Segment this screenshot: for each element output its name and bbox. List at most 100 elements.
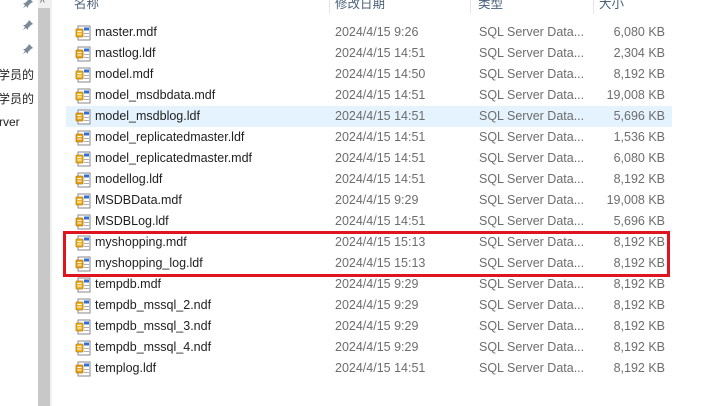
sql-log-file-icon [75,109,91,125]
file-size: 6,080 KB [613,151,665,165]
scrollbar-thumb[interactable] [38,8,50,406]
sql-database-file-icon [75,298,91,314]
pin-icon [23,44,33,54]
file-type: SQL Server Data... [479,67,585,81]
file-size: 2,304 KB [613,46,665,60]
nav-item[interactable]: 学员的 [0,66,34,83]
file-size: 8,192 KB [613,361,665,375]
file-type: SQL Server Data... [479,319,585,333]
nav-item[interactable]: rver [0,115,20,129]
file-type: SQL Server Data... [479,88,585,102]
sql-log-file-icon [75,172,91,188]
sql-database-file-icon [75,25,91,41]
file-row[interactable]: model_replicatedmaster.ldf 2024/4/15 14:5… [66,127,672,148]
file-date-modified: 2024/4/15 9:29 [335,340,419,354]
file-size: 5,696 KB [613,109,665,123]
file-name: model_msdbdata.mdf [95,88,216,102]
file-type: SQL Server Data... [479,151,585,165]
column-divider[interactable] [470,0,471,14]
scroll-up-icon[interactable]: ^ [40,0,45,9]
file-size: 1,536 KB [613,130,665,144]
file-date-modified: 2024/4/15 9:26 [335,25,419,39]
sql-log-file-icon [75,361,91,377]
sql-log-file-icon [75,46,91,62]
file-name: tempdb.mdf [95,277,162,291]
column-header-date[interactable]: 修改日期 [335,0,385,14]
sql-database-file-icon [75,193,91,209]
file-size: 8,192 KB [613,319,665,333]
file-size: 8,192 KB [613,67,665,81]
sql-database-file-icon [75,340,91,356]
file-row[interactable]: tempdb_mssql_4.ndf 2024/4/15 9:29 SQL Serv… [66,337,672,358]
pin-icon [23,0,33,8]
file-date-modified: 2024/4/15 9:29 [335,319,419,333]
highlight-box [63,231,670,277]
sql-log-file-icon [75,130,91,146]
file-size: 5,696 KB [613,214,665,228]
file-name: modellog.ldf [95,172,163,186]
file-row[interactable]: model_replicatedmaster.mdf 2024/4/15 14:5… [66,148,672,169]
file-type: SQL Server Data... [479,298,585,312]
file-type: SQL Server Data... [479,193,585,207]
file-name: MSDBLog.ldf [95,214,169,228]
file-type: SQL Server Data... [479,340,585,354]
file-row[interactable]: tempdb_mssql_2.ndf 2024/4/15 9:29 SQL Serv… [66,295,672,316]
file-size: 6,080 KB [613,25,665,39]
file-row[interactable]: modellog.ldf 2024/4/15 14:51 SQL Server Da… [66,169,672,190]
file-date-modified: 2024/4/15 14:51 [335,214,426,228]
sql-database-file-icon [75,277,91,293]
nav-item[interactable]: 学员的 [0,90,34,107]
file-size: 8,192 KB [613,340,665,354]
sql-database-file-icon [75,67,91,83]
navigation-pane: 学员的 学员的 rver [0,0,38,406]
file-row[interactable]: MSDBData.mdf 2024/4/15 9:29 SQL Server Dat… [66,190,672,211]
file-row[interactable]: MSDBLog.ldf 2024/4/15 14:51 SQL Server Dat… [66,211,672,232]
file-name: tempdb_mssql_2.ndf [95,298,212,312]
file-name: model_msdblog.ldf [95,109,200,123]
file-name: tempdb_mssql_4.ndf [95,340,212,354]
file-size: 19,008 KB [606,88,665,102]
pin-icon [23,20,33,30]
file-type: SQL Server Data... [479,46,585,60]
file-name: MSDBData.mdf [95,193,182,207]
file-date-modified: 2024/4/15 14:51 [335,172,426,186]
file-type: SQL Server Data... [479,130,585,144]
file-date-modified: 2024/4/15 9:29 [335,298,419,312]
file-name: model.mdf [95,67,154,81]
file-size: 8,192 KB [613,298,665,312]
file-row[interactable]: templog.ldf 2024/4/15 14:51 SQL Server Dat… [66,358,672,379]
file-date-modified: 2024/4/15 14:51 [335,130,426,144]
sql-log-file-icon [75,214,91,230]
file-date-modified: 2024/4/15 14:51 [335,151,426,165]
file-name: model_replicatedmaster.mdf [95,151,253,165]
column-header-name[interactable]: 名称 [74,0,99,14]
file-date-modified: 2024/4/15 9:29 [335,193,419,207]
file-row[interactable]: tempdb_mssql_3.ndf 2024/4/15 9:29 SQL Serv… [66,316,672,337]
file-type: SQL Server Data... [479,172,585,186]
file-date-modified: 2024/4/15 14:51 [335,88,426,102]
column-header-type[interactable]: 类型 [478,0,503,14]
file-date-modified: 2024/4/15 14:50 [335,67,426,81]
sql-database-file-icon [75,151,91,167]
file-name: master.mdf [95,25,157,39]
file-type: SQL Server Data... [479,109,585,123]
file-name: templog.ldf [95,361,157,375]
file-row[interactable]: master.mdf 2024/4/15 9:26 SQL Server Data.… [66,22,672,43]
file-row[interactable]: model_msdbdata.mdf 2024/4/15 14:51 SQL Ser… [66,85,672,106]
file-size: 8,192 KB [613,277,665,291]
file-row[interactable]: model.mdf 2024/4/15 14:50 SQL Server Data.… [66,64,672,85]
file-size: 19,008 KB [606,193,665,207]
file-row[interactable]: tempdb.mdf 2024/4/15 9:29 SQL Server Data.… [66,274,672,295]
file-row[interactable]: model_msdblog.ldf 2024/4/15 14:51 SQL Serv… [66,106,672,127]
nav-scrollbar[interactable]: ^ [38,0,52,406]
file-date-modified: 2024/4/15 9:29 [335,277,419,291]
file-name: mastlog.ldf [95,46,156,60]
file-row[interactable]: mastlog.ldf 2024/4/15 14:51 SQL Server Dat… [66,43,672,64]
column-header-size[interactable]: 大小 [599,0,624,14]
column-divider[interactable] [329,0,330,14]
file-type: SQL Server Data... [479,25,585,39]
column-divider[interactable] [593,0,594,14]
column-header-bar: 名称 修改日期 类型 大小 [52,0,709,14]
file-type: SQL Server Data... [479,277,585,291]
file-size: 8,192 KB [613,172,665,186]
